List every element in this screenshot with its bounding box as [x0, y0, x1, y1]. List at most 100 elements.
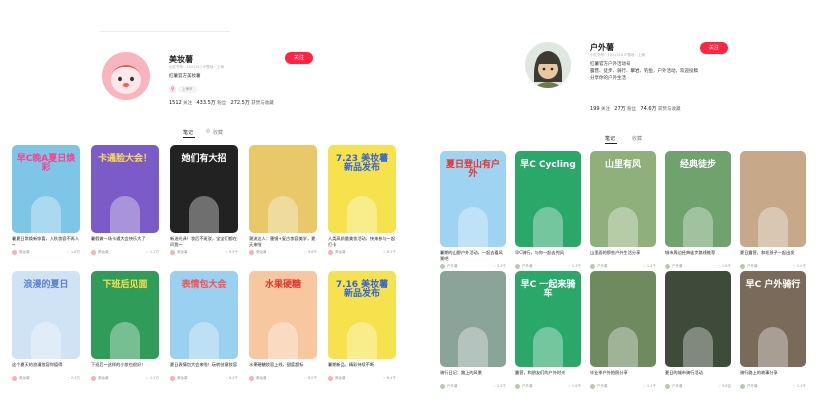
note-card[interactable]: 山里有风 山里面的那些户外生活分享 户外薯 ♡ 1.4千 [590, 151, 656, 269]
note-author[interactable]: 户外薯 [590, 384, 608, 389]
note-title[interactable]: 人类高质量美妆活动，快来参与一起打卡 [328, 236, 396, 247]
profile-avatar[interactable] [525, 42, 571, 88]
note-author[interactable]: 户外薯 [440, 384, 458, 389]
note-author[interactable]: 户外薯 [740, 384, 758, 389]
note-author[interactable]: 户外薯 [515, 264, 533, 269]
note-card[interactable]: 水果硬糖水果硬糖妆容上线，甜度超标美妆薯 ♡ 8.0千 [249, 271, 317, 381]
note-title[interactable]: 城市周边经典徒步路线推荐 [665, 250, 731, 261]
like-count[interactable]: ♡ 1.6千 [568, 384, 581, 389]
note-title[interactable]: 早C骑行，与你一起去兜风 [515, 250, 581, 261]
note-cover-image[interactable]: 7.23 美妆薯新品发布 [328, 145, 396, 233]
like-count[interactable]: ♡ 6.4千 [383, 376, 396, 381]
note-title[interactable]: 骑行路上的故事分享 [740, 370, 806, 381]
note-title[interactable]: 这个夏天的浪漫妆容你值得 [12, 362, 80, 373]
note-author[interactable]: 美妆薯 [170, 250, 188, 255]
note-title[interactable]: 潮流达人：墨镜+复古妆容美学，夏天来啦 [249, 236, 317, 247]
note-cover-image[interactable]: 下班后见面 [91, 271, 159, 359]
note-cover-image[interactable]: 卡通脸大会！ [91, 145, 159, 233]
note-title[interactable]: 暑期的山野户外活动，一起去看风景吧 [440, 250, 506, 261]
note-card[interactable]: 夏日露营，和毛孩子一起出发户外薯 ♡ 2.0千 [740, 151, 806, 269]
note-title[interactable]: 暑夏日常焕新惊喜，入秋妆容不再人~ [12, 236, 80, 247]
like-count[interactable]: ♡ 1.1万 [146, 376, 159, 381]
note-cover-image[interactable]: 夏日登山有户外 [440, 151, 506, 247]
note-author[interactable]: 户外薯 [665, 264, 683, 269]
note-title[interactable]: 水果硬糖妆容上线，甜度超标 [249, 362, 317, 373]
note-author[interactable]: 美妆薯 [249, 376, 267, 381]
note-title[interactable]: 露营，和朋友们的户外时光 [515, 370, 581, 381]
like-count[interactable]: ♡ 2.4万 [67, 376, 80, 381]
note-title[interactable]: 毕业季户外拍照分享 [590, 370, 656, 381]
note-card[interactable]: 浪漫的夏日 这个夏天的浪漫妆容你值得 美妆薯 ♡ 2.4万 [12, 271, 80, 381]
note-card[interactable]: 夏日登山有户外暑期的山野户外活动，一起去看风景吧户外薯 ♡ 3.3千 [440, 151, 506, 269]
note-author[interactable]: 户外薯 [515, 384, 533, 389]
like-count[interactable]: ♡ 1.3千 [793, 384, 806, 389]
note-card[interactable]: 早C Cycling 早C骑行，与你一起去兜风户外薯 ♡ 2.3千 [515, 151, 581, 269]
note-cover-image[interactable]: 浪漫的夏日 [12, 271, 80, 359]
tab-collect[interactable]: 收藏 [213, 129, 223, 136]
note-author[interactable]: 美妆薯 [170, 376, 188, 381]
note-card[interactable]: 早C 一起来骑车露营，和朋友们的户外时光户外薯 ♡ 1.6千 [515, 271, 581, 389]
note-author[interactable]: 户外薯 [740, 264, 758, 269]
note-author[interactable]: 户外薯 [665, 384, 683, 389]
follow-button[interactable]: 关注 [700, 42, 728, 54]
note-cover-image[interactable]: 早C Cycling [515, 151, 581, 247]
note-cover-image[interactable]: 她们有大招 [170, 145, 238, 233]
like-count[interactable]: ♡ 3.3千 [493, 264, 506, 269]
note-title[interactable]: 夏日露营，和毛孩子一起出发 [740, 250, 806, 261]
note-card[interactable]: 她们有大招 新油光泽！妆后不斑驳，宝宝们都在问我～ 美妆薯 ♡ 9.5千 [170, 145, 238, 255]
like-count[interactable]: ♡ 2.0千 [793, 264, 806, 269]
tab-notes[interactable]: 笔记 [183, 129, 193, 136]
note-card[interactable]: 早C晚A夏日焕彩暑夏日常焕新惊喜，入秋妆容不再人~ 美妆薯 ♡ 1.8万 [12, 145, 80, 255]
note-author[interactable]: 美妆薯 [91, 376, 109, 381]
note-card[interactable]: 毕业季户外拍照分享户外薯 ♡ 1.1千 [590, 271, 656, 389]
note-cover-image[interactable]: 7.16 美妆薯新品发布 [328, 271, 396, 359]
note-title[interactable]: 夏日表情包大会来啦！玩转创意妆容 [170, 362, 238, 373]
note-card[interactable]: 夏日的城市骑行活动户外薯 ♡ 9.8百 [665, 271, 731, 389]
note-author[interactable]: 美妆薯 [91, 250, 109, 255]
note-card[interactable]: 下班后见面下班后～这样的小妆也很好！ 美妆薯 ♡ 1.1万 [91, 271, 159, 381]
note-cover-image[interactable]: 水果硬糖 [249, 271, 317, 359]
like-count[interactable]: ♡ 2.3千 [568, 264, 581, 269]
like-count[interactable]: ♡ 1.1千 [643, 384, 656, 389]
note-card[interactable]: 7.23 美妆薯新品发布 人类高质量美妆活动，快来参与一起打卡 美妆薯 ♡ 8.1千 [328, 145, 396, 255]
note-cover-image[interactable]: 早C 户外骑行 [740, 271, 806, 367]
like-count[interactable]: ♡ 9.5千 [225, 250, 238, 255]
like-count[interactable]: ♡ 1.8千 [718, 264, 731, 269]
note-cover-image[interactable] [440, 271, 506, 367]
note-author[interactable]: 美妆薯 [12, 250, 30, 255]
note-title[interactable]: 下班后～这样的小妆也很好！ [91, 362, 159, 373]
note-author[interactable]: 户外薯 [440, 264, 458, 269]
note-card[interactable]: 7.16 美妆薯新品发布 暑期新品，精彩持续不断 美妆薯 ♡ 6.4千 [328, 271, 396, 381]
note-card[interactable]: 潮流达人：墨镜+复古妆容美学，夏天来啦美妆薯 ♡ 9.6千 [249, 145, 317, 255]
note-cover-image[interactable]: 经典徒步 [665, 151, 731, 247]
note-title[interactable]: 暑假做一场卡通大会快乐大了 [91, 236, 159, 247]
note-author[interactable]: 美妆薯 [328, 250, 346, 255]
tab-collect[interactable]: 收藏 [632, 135, 642, 142]
like-count[interactable]: ♡ 9.8百 [718, 384, 731, 389]
note-card[interactable]: 骑行日记：路上的风景 户外薯 ♡ 1.2千 [440, 271, 506, 389]
note-cover-image[interactable] [590, 271, 656, 367]
like-count[interactable]: ♡ 6.5千 [225, 376, 238, 381]
note-cover-image[interactable]: 早C晚A夏日焕彩 [12, 145, 80, 233]
like-count[interactable]: ♡ 8.0千 [304, 376, 317, 381]
note-cover-image[interactable] [249, 145, 317, 233]
like-count[interactable]: ♡ 1.8万 [67, 250, 80, 255]
note-title[interactable]: 暑期新品，精彩持续不断 [328, 362, 396, 373]
profile-avatar[interactable] [102, 52, 150, 100]
note-title[interactable]: 夏日的城市骑行活动 [665, 370, 731, 381]
like-count[interactable]: ♡ 9.6千 [304, 250, 317, 255]
follow-button[interactable]: 关注 [285, 52, 313, 64]
like-count[interactable]: ♡ 1.2万 [146, 250, 159, 255]
note-cover-image[interactable] [665, 271, 731, 367]
note-title[interactable]: 骑行日记：路上的风景 [440, 370, 506, 381]
note-cover-image[interactable] [740, 151, 806, 247]
note-card[interactable]: 经典徒步城市周边经典徒步路线推荐户外薯 ♡ 1.8千 [665, 151, 731, 269]
note-cover-image[interactable]: 山里有风 [590, 151, 656, 247]
like-count[interactable]: ♡ 1.4千 [643, 264, 656, 269]
note-cover-image[interactable]: 表情包大会 [170, 271, 238, 359]
note-card[interactable]: 卡通脸大会！ 暑假做一场卡通大会快乐大了美妆薯 ♡ 1.2万 [91, 145, 159, 255]
note-cover-image[interactable]: 早C 一起来骑车 [515, 271, 581, 367]
note-card[interactable]: 早C 户外骑行骑行路上的故事分享户外薯 ♡ 1.3千 [740, 271, 806, 389]
note-author[interactable]: 美妆薯 [249, 250, 267, 255]
note-title[interactable]: 山里面的那些户外生活分享 [590, 250, 656, 261]
